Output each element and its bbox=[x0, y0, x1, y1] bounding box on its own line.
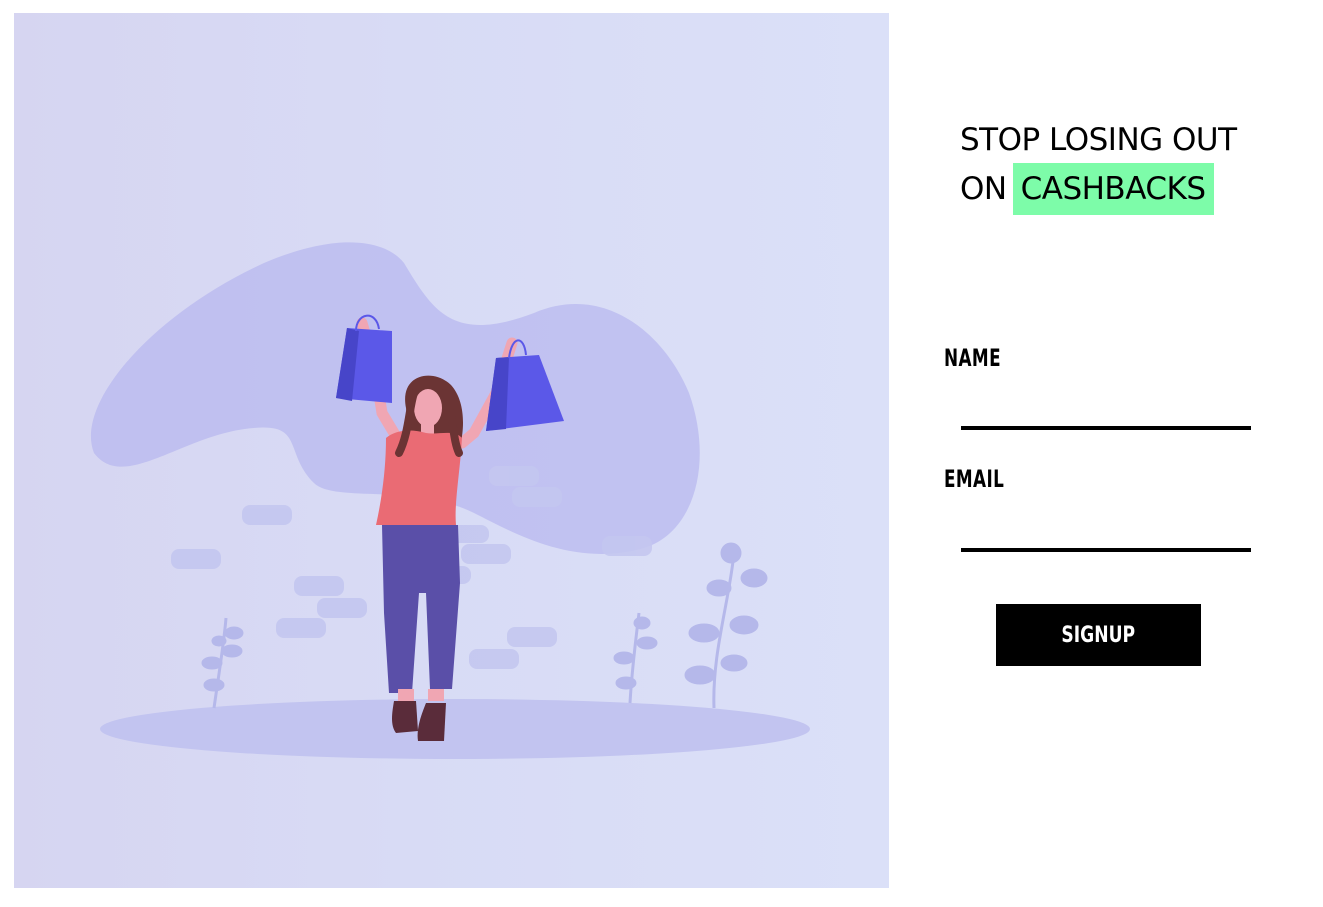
shopping-woman-illustration bbox=[90, 242, 810, 759]
name-field[interactable] bbox=[961, 392, 1251, 430]
signup-button[interactable]: SIGNUP bbox=[996, 604, 1201, 666]
ground-shadow bbox=[100, 699, 810, 759]
email-label: EMAIL bbox=[944, 465, 1005, 493]
email-field[interactable] bbox=[961, 514, 1251, 552]
headline-prefix: ON bbox=[960, 171, 1007, 207]
name-label: NAME bbox=[944, 344, 1001, 372]
signup-button-label: SIGNUP bbox=[1061, 622, 1136, 648]
hero-illustration bbox=[14, 13, 889, 888]
headline-line-2: ON CASHBACKS bbox=[960, 163, 1290, 215]
headline-highlight: CASHBACKS bbox=[1012, 163, 1214, 215]
headline: STOP LOSING OUT ON CASHBACKS bbox=[960, 118, 1290, 215]
signup-page: STOP LOSING OUT ON CASHBACKS NAME EMAIL S… bbox=[0, 0, 1323, 907]
headline-line-1: STOP LOSING OUT bbox=[960, 122, 1237, 158]
